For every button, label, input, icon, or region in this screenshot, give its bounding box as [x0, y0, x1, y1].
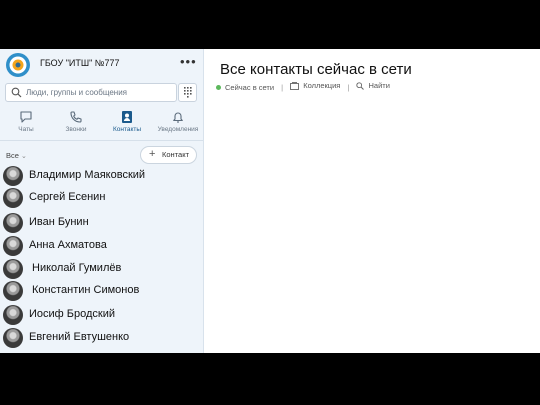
avatar [3, 213, 23, 233]
dialpad-icon [184, 87, 192, 98]
avatar [3, 328, 23, 348]
collection-link[interactable]: Коллекция [290, 81, 340, 90]
search-input[interactable] [26, 85, 174, 100]
contacts-icon [122, 111, 132, 123]
org-logo-icon [5, 52, 31, 78]
sidebar: ГБОУ "ИТШ" №777 ••• Люди, группы и сообщ… [0, 49, 204, 353]
separator: | [281, 82, 284, 92]
link-label: Коллекция [303, 81, 341, 90]
main-pane: Все контакты сейчас в сети Сейчас в сети… [204, 49, 540, 353]
chat-icon [20, 111, 32, 123]
filter-label: Все [6, 151, 19, 160]
link-label: Сейчас в сети [225, 82, 275, 92]
contact-name: Сергей Есенин [29, 191, 106, 203]
avatar [3, 236, 23, 256]
search-box[interactable] [5, 83, 177, 102]
find-link[interactable]: Найти [356, 81, 390, 90]
avatar [3, 281, 23, 301]
tab-notifications[interactable]: Уведомления [153, 108, 203, 140]
plus-icon: + [149, 148, 156, 160]
search-icon [11, 87, 22, 98]
contact-name: Владимир Маяковский [29, 169, 146, 181]
dialpad-button[interactable] [178, 83, 197, 102]
search-icon [356, 81, 365, 90]
tab-contacts[interactable]: Контакты [102, 108, 152, 140]
avatar [3, 305, 23, 325]
contact-name: Евгений Евтушенко [29, 331, 130, 343]
app-window: ГБОУ "ИТШ" №777 ••• Люди, группы и сообщ… [0, 49, 540, 353]
page-title: Все контакты сейчас в сети [220, 61, 412, 78]
link-label: Найти [368, 81, 390, 90]
online-now-link[interactable]: Сейчас в сети [216, 83, 274, 92]
avatar [3, 166, 23, 186]
more-options-button[interactable]: ••• [180, 54, 197, 69]
contact-name: Иосиф Бродский [29, 308, 116, 320]
add-contact-button[interactable]: + Контакт [140, 146, 197, 164]
tab-calls[interactable]: Звонки [51, 108, 101, 140]
bell-icon [173, 112, 183, 123]
contacts-filter-dropdown[interactable]: Все ⌄ [6, 151, 27, 160]
tab-chats[interactable]: Чаты [1, 108, 51, 140]
avatar [3, 259, 23, 279]
add-contact-label: Контакт [162, 150, 190, 159]
tab-label: Уведомления [157, 126, 199, 133]
contact-name: Николай Гумилёв [32, 262, 122, 274]
main-links: Сейчас в сети | Коллекция | Найти [216, 81, 390, 92]
separator: | [347, 82, 350, 92]
tab-label: Звонки [65, 126, 87, 133]
contact-name: Константин Симонов [32, 284, 140, 296]
chevron-down-icon: ⌄ [21, 153, 27, 160]
nav-tabs: Чаты Звонки Контакты Уведомления [0, 108, 203, 141]
avatar [3, 188, 23, 208]
contact-name: Иван Бунин [29, 216, 89, 228]
online-dot-icon [216, 84, 221, 90]
collection-icon [290, 81, 300, 90]
tab-label: Контакты [112, 126, 142, 133]
phone-icon [70, 111, 82, 123]
contact-name: Анна Ахматова [29, 239, 107, 251]
tab-label: Чаты [18, 126, 34, 133]
org-name: ГБОУ "ИТШ" №777 [40, 58, 120, 68]
